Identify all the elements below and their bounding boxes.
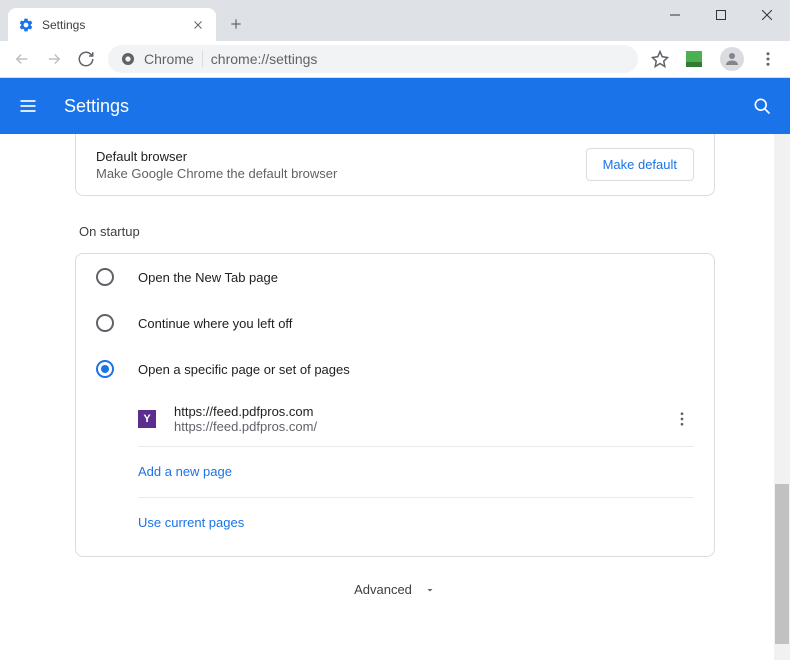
close-window-button[interactable] — [744, 0, 790, 30]
back-button[interactable] — [8, 45, 36, 73]
advanced-section: Advanced — [75, 557, 715, 623]
add-new-page-row: Add a new page — [138, 447, 694, 498]
radio-icon — [96, 314, 114, 332]
radio-label: Open a specific page or set of pages — [138, 362, 350, 377]
default-browser-subtitle: Make Google Chrome the default browser — [96, 166, 586, 181]
chevron-down-icon — [424, 584, 436, 596]
on-startup-heading: On startup — [79, 224, 715, 239]
use-current-pages-link[interactable]: Use current pages — [138, 515, 244, 530]
chrome-icon — [120, 51, 136, 67]
radio-icon — [96, 268, 114, 286]
search-icon[interactable] — [750, 94, 774, 118]
profile-avatar[interactable] — [720, 47, 744, 71]
kebab-menu-icon[interactable] — [754, 45, 782, 73]
page-favicon: Y — [138, 410, 156, 428]
startup-page-title: https://feed.pdfpros.com — [174, 404, 670, 419]
tab-title: Settings — [42, 18, 190, 32]
radio-continue[interactable]: Continue where you left off — [76, 300, 714, 346]
gear-icon — [18, 17, 34, 33]
forward-button[interactable] — [40, 45, 68, 73]
omnibox-url: chrome://settings — [211, 51, 318, 67]
window-titlebar: Settings — [0, 0, 790, 41]
radio-label: Open the New Tab page — [138, 270, 278, 285]
default-browser-title: Default browser — [96, 149, 586, 164]
scrollbar-track[interactable] — [774, 134, 790, 660]
startup-pages-block: Y https://feed.pdfpros.com https://feed.… — [76, 392, 714, 556]
extension-icon[interactable] — [684, 49, 704, 69]
startup-card: Open the New Tab page Continue where you… — [75, 253, 715, 557]
startup-page-row: Y https://feed.pdfpros.com https://feed.… — [138, 392, 694, 447]
startup-page-url: https://feed.pdfpros.com/ — [174, 419, 670, 434]
default-browser-card: Default browser Make Google Chrome the d… — [75, 134, 715, 196]
maximize-button[interactable] — [698, 0, 744, 30]
reload-button[interactable] — [72, 45, 100, 73]
radio-label: Continue where you left off — [138, 316, 292, 331]
window-controls — [652, 0, 790, 30]
advanced-label: Advanced — [354, 582, 412, 597]
settings-appbar: Settings — [0, 78, 790, 134]
advanced-toggle[interactable]: Advanced — [354, 582, 436, 597]
scrollbar-thumb[interactable] — [775, 484, 789, 644]
page-kebab-menu[interactable] — [670, 407, 694, 431]
add-new-page-link[interactable]: Add a new page — [138, 464, 232, 479]
radio-icon — [96, 360, 114, 378]
browser-tab[interactable]: Settings — [8, 8, 216, 41]
address-bar: Chrome chrome://settings — [0, 41, 790, 78]
close-icon[interactable] — [190, 17, 206, 33]
settings-content: Default browser Make Google Chrome the d… — [0, 134, 790, 660]
page-title: Settings — [64, 96, 750, 117]
new-tab-button[interactable] — [222, 10, 250, 38]
radio-specific-pages[interactable]: Open a specific page or set of pages — [76, 346, 714, 392]
minimize-button[interactable] — [652, 0, 698, 30]
radio-new-tab[interactable]: Open the New Tab page — [76, 254, 714, 300]
make-default-button[interactable]: Make default — [586, 148, 694, 181]
omnibox[interactable]: Chrome chrome://settings — [108, 45, 638, 73]
omnibox-chip: Chrome — [144, 51, 203, 67]
bookmark-star-icon[interactable] — [646, 45, 674, 73]
use-current-pages-row: Use current pages — [138, 498, 694, 548]
hamburger-icon[interactable] — [16, 94, 40, 118]
